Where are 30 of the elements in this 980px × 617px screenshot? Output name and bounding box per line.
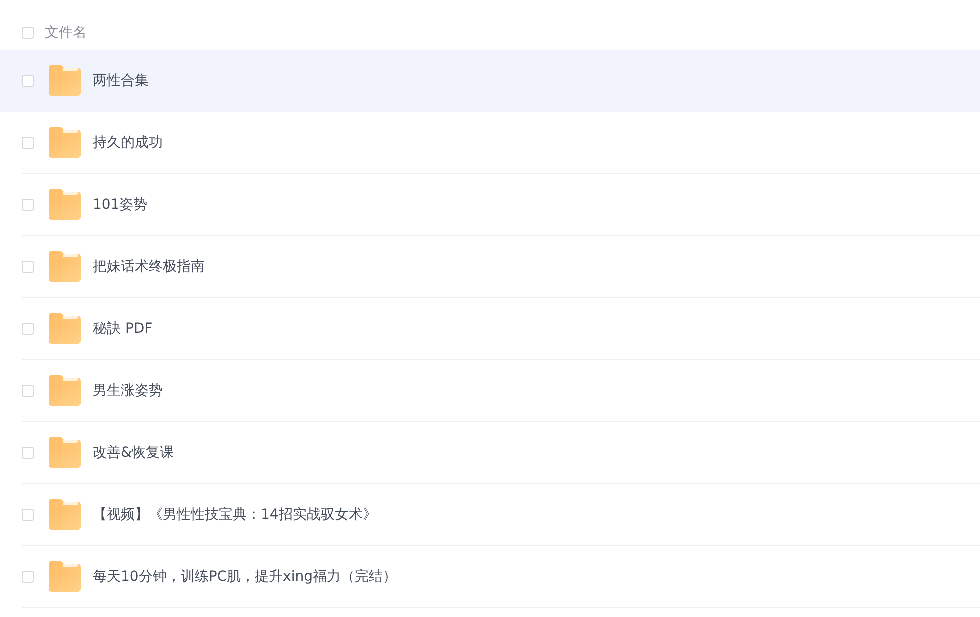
row-checkbox[interactable] [22, 508, 34, 520]
file-name[interactable]: 101姿势 [93, 196, 148, 214]
row-checkbox[interactable] [22, 198, 34, 210]
folder-icon [49, 561, 81, 592]
folder-icon [49, 189, 81, 220]
folder-icon [49, 313, 81, 344]
row-checkbox[interactable] [22, 322, 34, 334]
folder-icon [49, 437, 81, 468]
file-row[interactable]: 两性合集 [0, 50, 980, 112]
file-name[interactable]: 两性合集 [93, 72, 149, 90]
file-name[interactable]: 把妹话术终极指南 [93, 258, 205, 276]
row-checkbox[interactable] [22, 136, 34, 148]
column-header: 文件名 [45, 24, 87, 42]
select-all-checkbox[interactable] [22, 27, 34, 39]
row-checkbox[interactable] [22, 74, 34, 86]
folder-icon [49, 499, 81, 530]
folder-icon [49, 251, 81, 282]
folder-icon [49, 65, 81, 96]
row-checkbox[interactable] [22, 260, 34, 272]
row-checkbox[interactable] [22, 570, 34, 582]
file-name[interactable]: 每天10分钟，训练PC肌，提升xing福力（完结） [93, 568, 397, 586]
row-checkbox[interactable] [22, 384, 34, 396]
folder-icon [49, 127, 81, 158]
file-name[interactable]: 秘訣 PDF [93, 320, 153, 338]
file-name[interactable]: 改善&恢复课 [93, 444, 174, 462]
file-name[interactable]: 男生涨姿势 [93, 382, 163, 400]
file-name[interactable]: 【视频】《男性性技宝典：14招实战驭女术》 [93, 506, 377, 524]
row-checkbox[interactable] [22, 446, 34, 458]
folder-icon [49, 375, 81, 406]
file-name[interactable]: 持久的成功 [93, 134, 163, 152]
